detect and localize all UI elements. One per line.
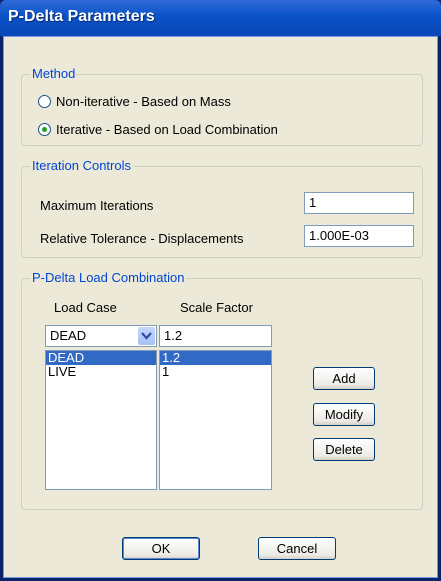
- list-item[interactable]: DEAD: [46, 351, 156, 365]
- relative-tolerance-input[interactable]: 1.000E-03: [304, 225, 414, 247]
- load-combination-legend: P-Delta Load Combination: [30, 270, 187, 285]
- list-item[interactable]: 1.2: [160, 351, 271, 365]
- max-iterations-label: Maximum Iterations: [40, 198, 154, 213]
- scale-factor-header: Scale Factor: [180, 300, 253, 315]
- method-group: Method Non-iterative - Based on Mass Ite…: [21, 66, 423, 146]
- window-title: P-Delta Parameters: [8, 8, 155, 25]
- dialog-client-area: Method Non-iterative - Based on Mass Ite…: [3, 36, 438, 578]
- chevron-down-icon[interactable]: [138, 327, 155, 345]
- dialog-window: P-Delta Parameters Method Non-iterative …: [0, 0, 441, 581]
- scale-factor-input[interactable]: 1.2: [159, 325, 272, 347]
- method-legend: Method: [30, 66, 78, 81]
- radio-iterative-indicator[interactable]: [38, 123, 51, 136]
- load-case-dropdown[interactable]: DEAD: [45, 325, 157, 347]
- list-item[interactable]: 1: [160, 365, 271, 379]
- radio-non-iterative-indicator[interactable]: [38, 95, 51, 108]
- radio-non-iterative-label: Non-iterative - Based on Mass: [56, 94, 231, 109]
- ok-button[interactable]: OK: [122, 537, 200, 560]
- scale-factor-list[interactable]: 1.2 1: [159, 350, 272, 490]
- load-case-list[interactable]: DEAD LIVE: [45, 350, 157, 490]
- radio-non-iterative[interactable]: Non-iterative - Based on Mass: [38, 94, 231, 109]
- max-iterations-input[interactable]: 1: [304, 192, 414, 214]
- title-bar[interactable]: P-Delta Parameters: [0, 0, 441, 36]
- load-case-header: Load Case: [54, 300, 117, 315]
- modify-button[interactable]: Modify: [313, 403, 375, 426]
- relative-tolerance-label: Relative Tolerance - Displacements: [40, 231, 244, 246]
- radio-iterative-label: Iterative - Based on Load Combination: [56, 122, 278, 137]
- iteration-legend: Iteration Controls: [30, 158, 133, 173]
- load-combination-group: P-Delta Load Combination Load Case Scale…: [21, 270, 423, 510]
- iteration-controls-group: Iteration Controls Maximum Iterations 1 …: [21, 158, 423, 258]
- load-case-dropdown-value: DEAD: [50, 328, 87, 343]
- cancel-button[interactable]: Cancel: [258, 537, 336, 560]
- delete-button[interactable]: Delete: [313, 438, 375, 461]
- radio-iterative[interactable]: Iterative - Based on Load Combination: [38, 122, 278, 137]
- add-button[interactable]: Add: [313, 367, 375, 390]
- list-item[interactable]: LIVE: [46, 365, 156, 379]
